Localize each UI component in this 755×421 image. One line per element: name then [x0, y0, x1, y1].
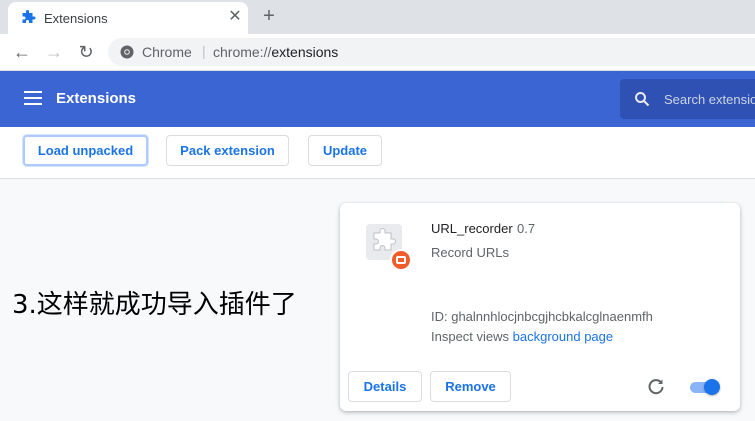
extension-description: Record URLs — [431, 245, 510, 260]
omnibox-separator: | — [202, 43, 206, 59]
new-tab-button[interactable]: + — [258, 5, 280, 27]
annotation-caption: 3.这样就成功导入插件了 — [12, 290, 297, 320]
tab-extensions[interactable]: Extensions ✕ — [8, 2, 248, 34]
reload-icon[interactable] — [646, 377, 666, 397]
site-label: Chrome — [142, 44, 192, 60]
close-icon[interactable]: ✕ — [226, 8, 244, 26]
search-input[interactable] — [664, 89, 755, 109]
puzzle-icon — [22, 10, 36, 23]
toggle-knob — [704, 379, 720, 395]
search-icon — [635, 92, 650, 107]
reload-icon[interactable]: ↻ — [75, 41, 97, 63]
remove-button[interactable]: Remove — [430, 371, 511, 402]
page-title: Extensions — [56, 90, 137, 107]
developer-toolbar: Load unpacked Pack extension Update — [0, 127, 755, 179]
update-button[interactable]: Update — [308, 135, 382, 166]
background-page-link[interactable]: background page — [513, 329, 613, 344]
enable-toggle[interactable] — [688, 379, 720, 395]
address-bar[interactable]: Chrome | chrome://extensions — [108, 38, 755, 66]
pack-extension-button[interactable]: Pack extension — [166, 135, 289, 166]
extension-name: URL_recorder — [431, 221, 513, 236]
extension-version: 0.7 — [517, 221, 536, 236]
inspect-views: Inspect views background page — [431, 329, 613, 344]
browser-toolbar: ← → ↻ Chrome | chrome://extensions — [0, 34, 755, 71]
extension-card: URL_recorder 0.7 Record URLs ID: ghalnnh… — [340, 203, 740, 411]
tab-title: Extensions — [44, 11, 108, 26]
url-scheme: chrome:// — [213, 44, 272, 60]
record-badge-icon — [390, 249, 412, 271]
url-text[interactable]: chrome://extensions — [213, 44, 338, 60]
search-box[interactable] — [620, 79, 755, 119]
menu-icon[interactable] — [24, 91, 42, 107]
details-button[interactable]: Details — [348, 371, 422, 402]
tab-strip: Extensions ✕ + — [0, 0, 755, 34]
extensions-header: Extensions — [0, 71, 755, 127]
load-unpacked-button[interactable]: Load unpacked — [23, 135, 148, 166]
url-host: extensions — [271, 44, 339, 60]
back-icon[interactable]: ← — [11, 41, 33, 63]
inspect-views-label: Inspect views — [431, 329, 513, 344]
chrome-icon — [120, 45, 134, 59]
extension-id: ID: ghalnnhlocjnbcgjhcbkalcglnaenmfh — [431, 309, 653, 324]
forward-icon[interactable]: → — [43, 41, 65, 63]
